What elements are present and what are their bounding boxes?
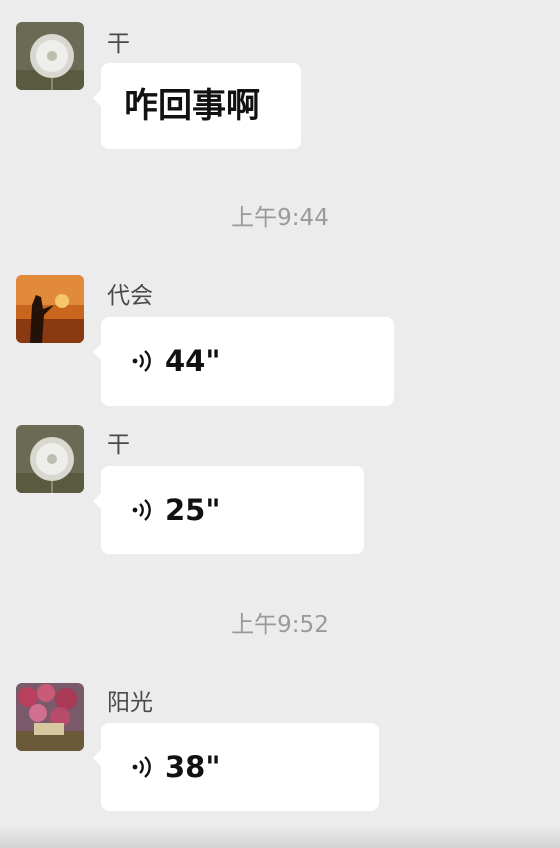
chat-message-list[interactable]: 干 咋回事啊 上午9:44 代会 44" 干 25" 上午9:52 阳光 38"	[0, 0, 560, 848]
voice-duration: 25"	[165, 493, 221, 527]
voice-duration: 38"	[165, 750, 221, 784]
avatar-dandelion[interactable]	[16, 425, 84, 493]
voice-message-bubble[interactable]: 44"	[93, 317, 394, 406]
bottom-edge	[0, 826, 560, 848]
timestamp: 上午9:52	[231, 612, 329, 638]
voice-wave-icon	[131, 348, 153, 374]
flowers-avatar-icon	[16, 683, 84, 751]
voice-message-bubble[interactable]: 25"	[93, 466, 364, 554]
text-message-bubble[interactable]: 咋回事啊	[93, 63, 301, 149]
sender-name: 干	[107, 432, 130, 458]
voice-wave-icon	[131, 754, 153, 780]
avatar-flowers[interactable]	[16, 683, 84, 751]
voice-message-bubble[interactable]: 38"	[93, 723, 379, 811]
sender-name: 干	[107, 31, 130, 57]
timestamp: 上午9:44	[231, 205, 329, 231]
dandelion-avatar-icon	[16, 425, 84, 493]
avatar-dandelion[interactable]	[16, 22, 84, 90]
voice-wave-icon	[131, 497, 153, 523]
sunset-silhouette-avatar-icon	[16, 275, 84, 343]
voice-duration: 44"	[165, 344, 221, 378]
avatar-sunset[interactable]	[16, 275, 84, 343]
dandelion-avatar-icon	[16, 22, 84, 90]
sender-name: 代会	[107, 283, 153, 309]
message-text: 咋回事啊	[124, 86, 260, 126]
sender-name: 阳光	[107, 690, 153, 716]
